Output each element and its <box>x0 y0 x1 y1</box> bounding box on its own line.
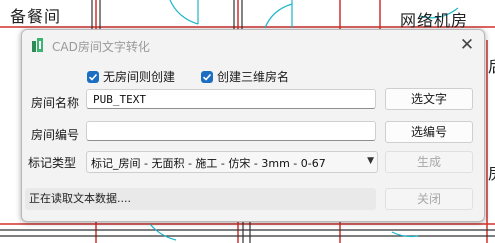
close-button[interactable]: 关闭 <box>385 188 473 210</box>
chevron-down-icon: ▼ <box>367 156 374 166</box>
select-number-button[interactable]: 选编号 <box>385 121 473 143</box>
close-icon[interactable]: ✕ <box>458 35 476 55</box>
cad-room-label-rear: 后 <box>488 53 495 77</box>
dialog-titlebar[interactable]: CAD房间文字转化 ✕ <box>22 30 484 62</box>
cad-room-label-network: 网络机房 <box>400 11 469 30</box>
select-text-button[interactable]: 选文字 <box>385 88 473 110</box>
cad-room-label-kitchen: 备餐间 <box>10 7 62 26</box>
cad-room-label-room: 房 <box>488 160 495 184</box>
checkbox-checked-icon <box>87 70 99 83</box>
room-number-label: 房间编号 <box>31 128 80 142</box>
room-name-label: 房间名称 <box>31 96 80 110</box>
checkbox-checked-icon <box>201 70 213 83</box>
room-number-input[interactable] <box>86 121 376 141</box>
dialog-title: CAD房间文字转化 <box>52 40 150 54</box>
app-icon <box>32 38 43 52</box>
no-room-create-label: 无房间则创建 <box>103 70 176 84</box>
status-bar: 正在读取文本数据.... <box>25 188 376 210</box>
no-room-create-checkbox[interactable]: 无房间则创建 <box>87 68 175 85</box>
tag-type-value: 标记_房间 - 无面积 - 施工 - 仿宋 - 3mm - 0-67 <box>91 157 326 170</box>
generate-button[interactable]: 生成 <box>385 151 473 173</box>
text-convert-dialog: CAD房间文字转化 ✕ 无房间则创建 创建三维房名 房间名称 PUB_TEXT … <box>21 29 485 222</box>
create-3d-name-label: 创建三维房名 <box>217 70 290 84</box>
room-name-input[interactable]: PUB_TEXT <box>86 89 376 109</box>
create-3d-name-checkbox[interactable]: 创建三维房名 <box>201 68 289 85</box>
tag-type-label: 标记类型 <box>28 156 77 170</box>
tag-type-select[interactable]: 标记_房间 - 无面积 - 施工 - 仿宋 - 3mm - 0-67 ▼ <box>86 151 378 173</box>
